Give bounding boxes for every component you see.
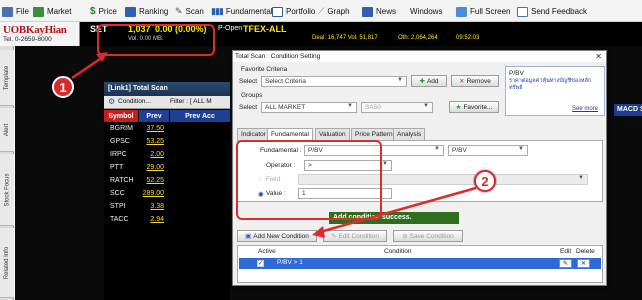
arrow-line-1 — [71, 55, 104, 80]
step-2-marker: 2 — [474, 170, 496, 192]
arrow-head-2 — [312, 226, 325, 238]
annotation-arrows — [71, 52, 477, 238]
arrow-line-2 — [319, 186, 477, 234]
step-1-marker: 1 — [52, 76, 74, 98]
